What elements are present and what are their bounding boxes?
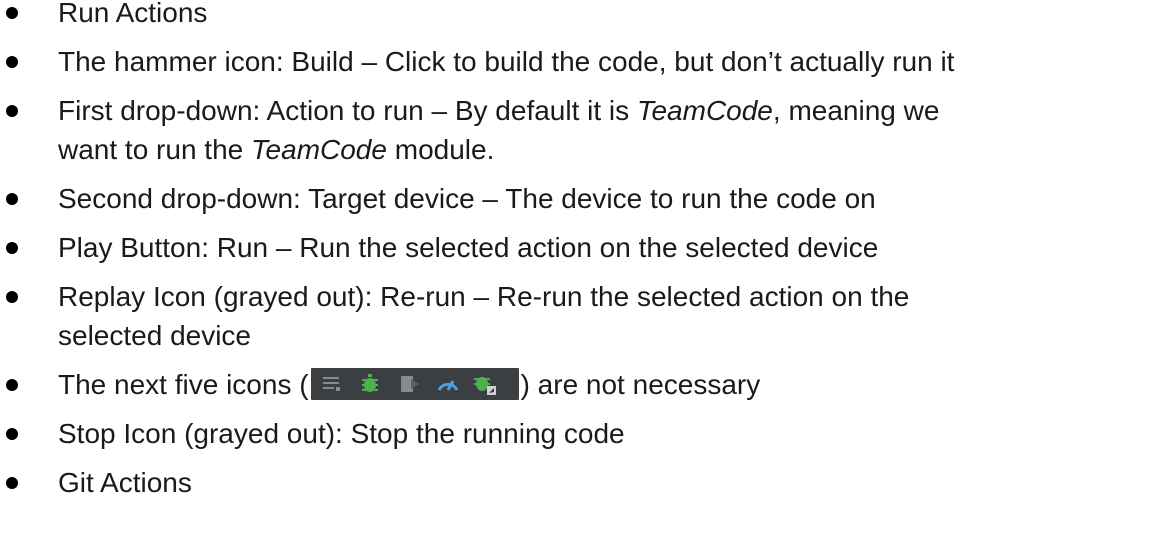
item-text-line-2: want to run the TeamCode module. xyxy=(58,130,1172,169)
bullet-dot xyxy=(6,291,18,303)
attach-process-icon xyxy=(400,375,419,392)
document-page: Run Actions The hammer icon: Build – Cli… xyxy=(0,0,1172,530)
item-text-line-1: First drop-down: Action to run – By defa… xyxy=(58,91,1172,130)
list-item: The next five icons () are not necessar… xyxy=(0,365,1172,404)
list-item: Run Actions xyxy=(0,0,1172,32)
bullet-dot xyxy=(6,379,18,391)
list-item: The hammer icon: Build – Click to build … xyxy=(0,42,1172,81)
debug-bug-icon xyxy=(361,373,378,392)
item-text-part: module. xyxy=(386,134,495,165)
item-text-part: The next five icons ( xyxy=(58,369,309,400)
item-text: The hammer icon: Build – Click to build … xyxy=(58,46,955,77)
item-text-part: First drop-down: Action to run – By defa… xyxy=(58,95,637,126)
bullet-list: Run Actions The hammer icon: Build – Cli… xyxy=(0,0,1172,502)
profiler-gauge-icon xyxy=(437,379,458,391)
bullet-dot xyxy=(6,7,18,19)
list-run-icon xyxy=(322,376,340,391)
list-item: Stop Icon (grayed out): Stop the running… xyxy=(0,414,1172,453)
item-text-line-2: selected device xyxy=(58,320,252,351)
bullet-dot xyxy=(6,428,18,440)
item-text: Play Button: Run – Run the selected acti… xyxy=(58,232,879,263)
list-item: Git Actions xyxy=(0,463,1172,502)
item-text-line-1: Replay Icon (grayed out): Re-run – Re-ru… xyxy=(58,281,910,312)
item-text-part: ) are not necessary xyxy=(520,369,761,400)
list-item: Play Button: Run – Run the selected acti… xyxy=(0,228,1172,267)
item-text-part: , meaning we xyxy=(772,95,940,126)
bullet-dot xyxy=(6,242,18,254)
module-name: TeamCode xyxy=(251,134,387,165)
bullet-dot xyxy=(6,105,18,117)
item-text-part: want to run the xyxy=(58,134,252,165)
item-text: Second drop-down: Target device – The de… xyxy=(58,183,876,214)
module-name: TeamCode xyxy=(636,95,773,126)
debug-attach-icon xyxy=(473,376,496,395)
item-text: The next five icons () are not necessar… xyxy=(58,365,1172,404)
toolbar-icons-image xyxy=(310,367,519,400)
list-item: Replay Icon (grayed out): Re-run – Re-ru… xyxy=(0,277,1172,355)
list-item: First drop-down: Action to run – By defa… xyxy=(0,91,1172,169)
bullet-dot xyxy=(6,56,18,68)
item-text: Git Actions xyxy=(58,467,192,498)
bullet-dot xyxy=(6,477,18,489)
bullet-dot xyxy=(6,193,18,205)
list-item: Second drop-down: Target device – The de… xyxy=(0,179,1172,218)
item-text: Run Actions xyxy=(58,0,208,28)
item-text: Stop Icon (grayed out): Stop the running… xyxy=(58,418,625,449)
